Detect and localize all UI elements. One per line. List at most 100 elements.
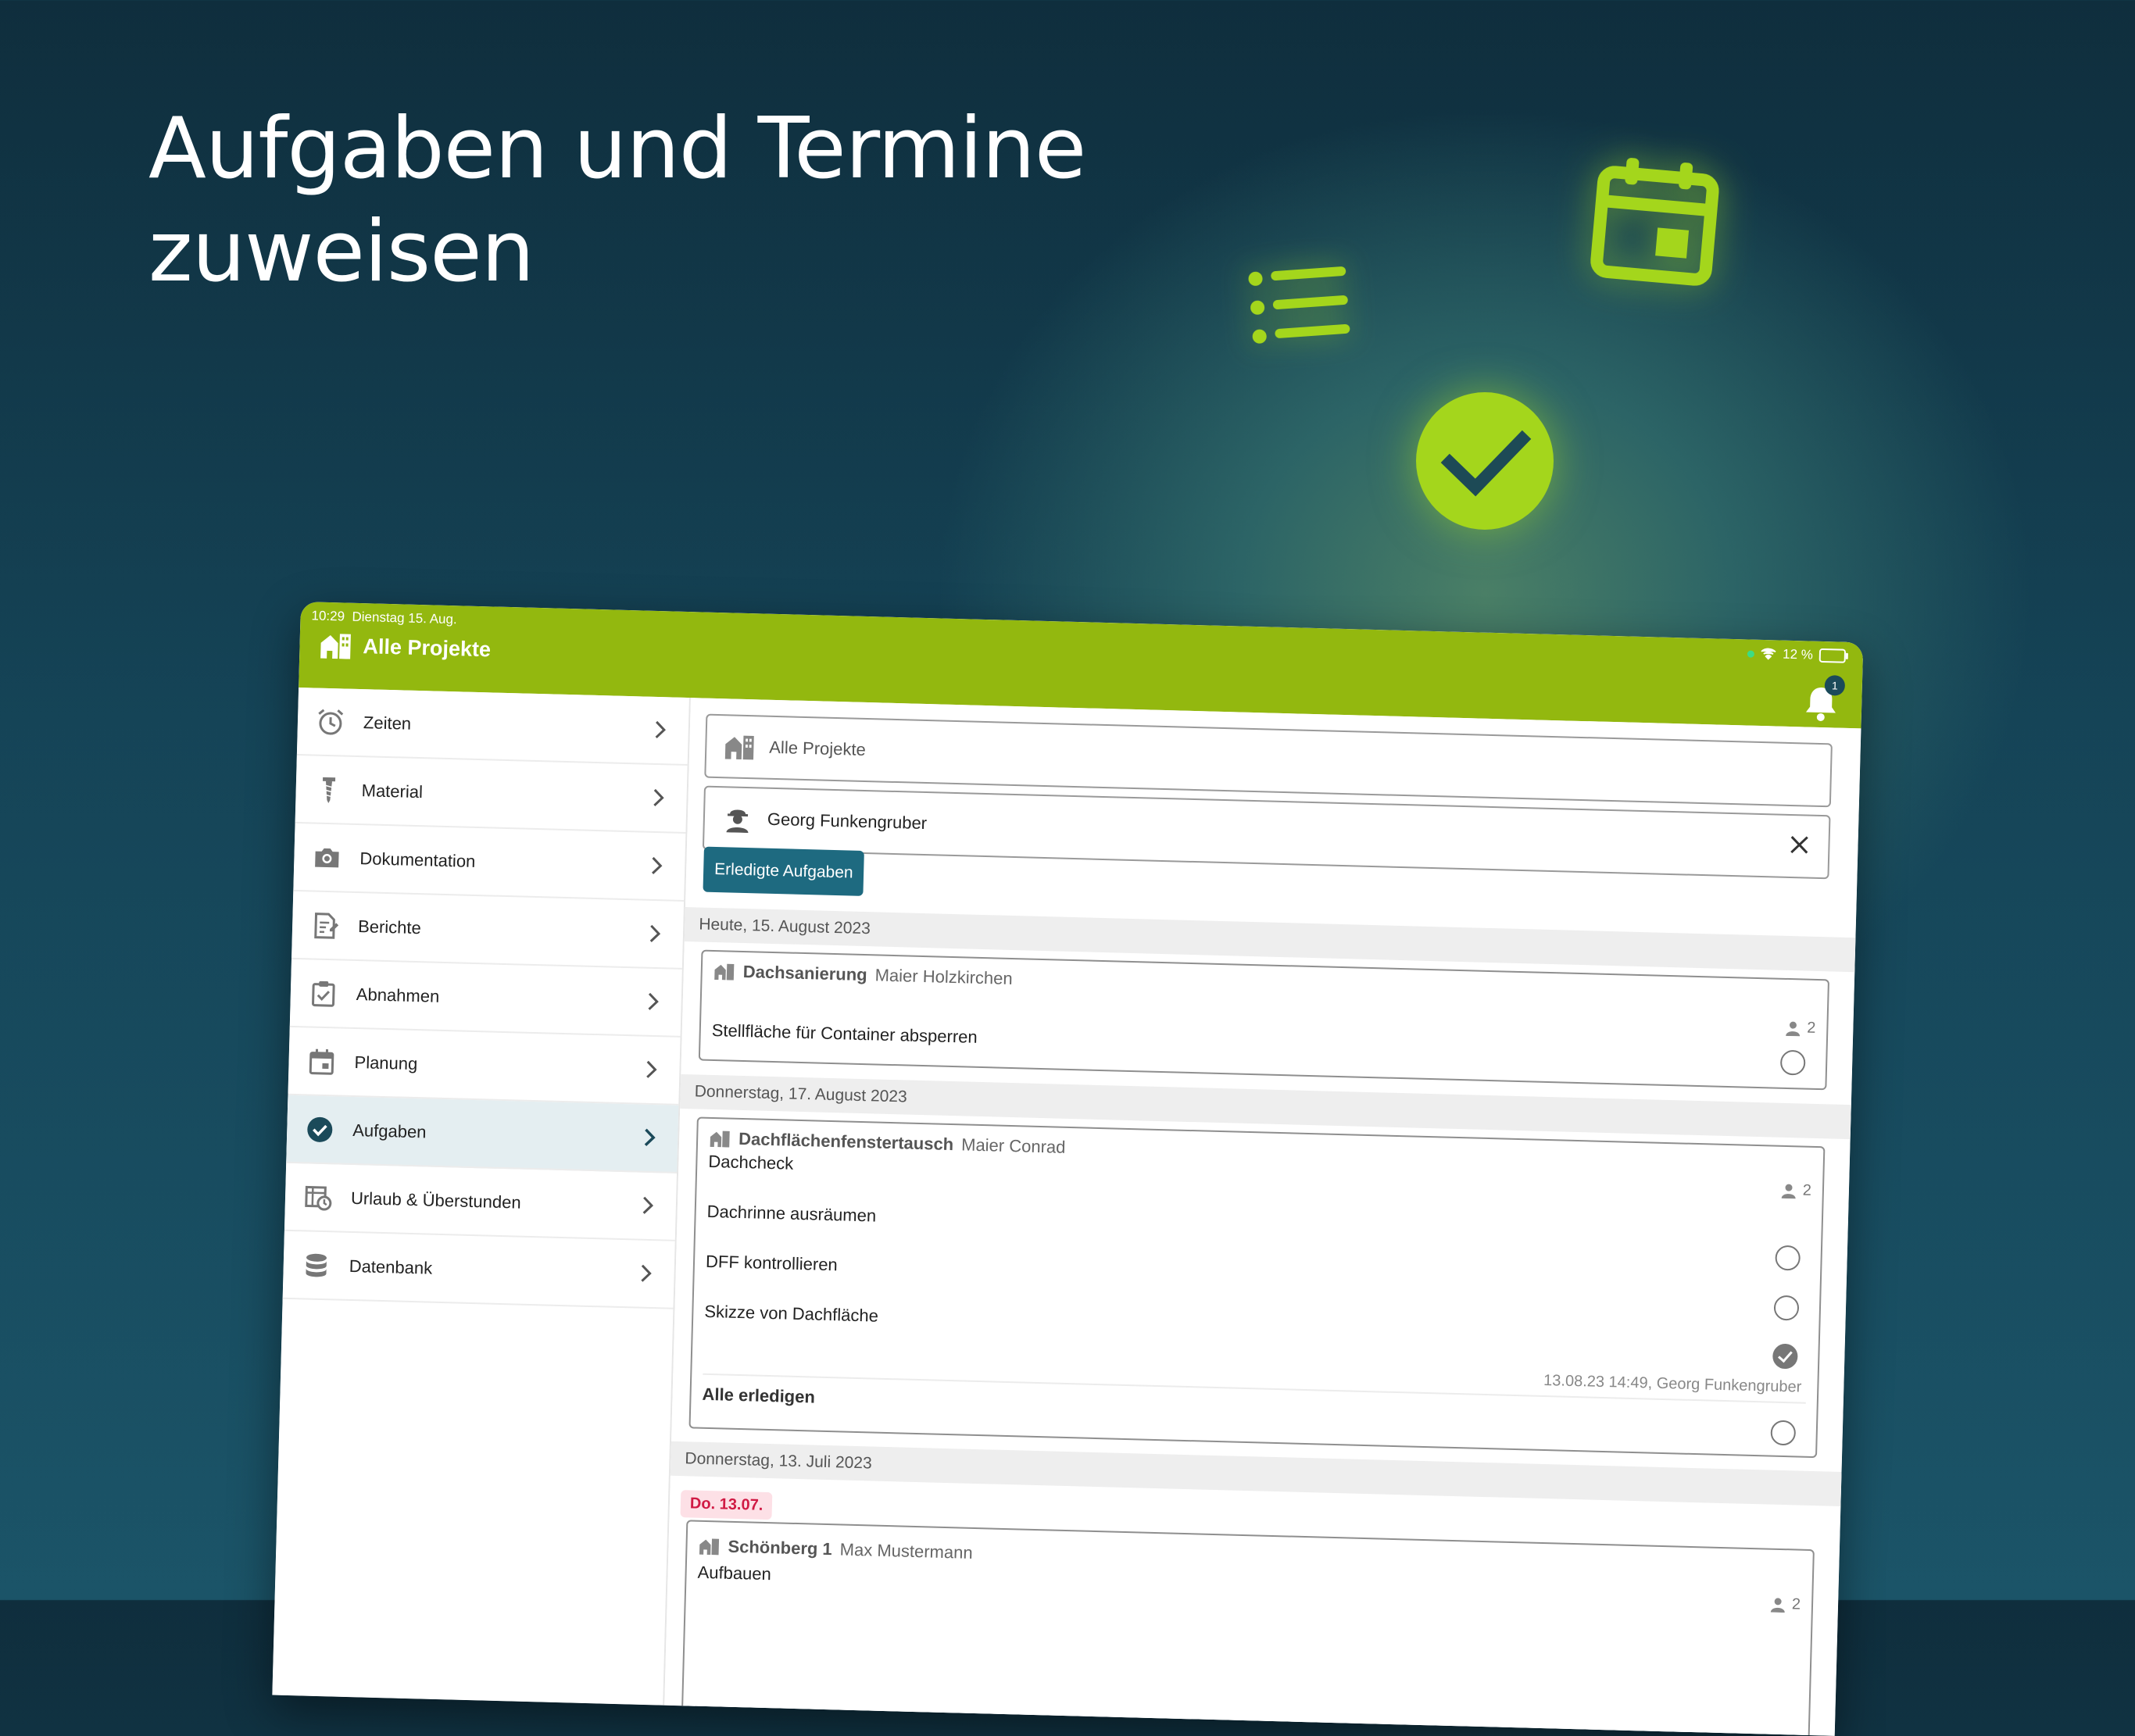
notifications-button[interactable]: 1	[1804, 675, 1846, 722]
completion-meta: 13.08.23 14:49, Georg Funkengruber	[1543, 1371, 1802, 1396]
tablet-screen: 10:29 Dienstag 15. Aug. 12 % Alle Projek…	[272, 602, 1864, 1736]
project-name: Dachsanierung	[742, 961, 868, 985]
task-group-title: Aufbauen	[697, 1562, 772, 1584]
alarm-clock-icon	[313, 704, 348, 739]
sidebar-item-berichte[interactable]: Berichte	[291, 891, 685, 970]
buildings-icon	[699, 1538, 720, 1556]
sidebar-item-label: Zeiten	[363, 712, 412, 734]
sidebar-item-label: Berichte	[357, 916, 422, 938]
person-icon	[1770, 1597, 1785, 1613]
active-dot-icon	[1747, 649, 1755, 658]
person-icon	[1785, 1021, 1800, 1036]
chevron-right-icon	[655, 720, 666, 739]
complete-all-label: Alle erledigen	[702, 1384, 816, 1407]
calendar-icon	[1590, 158, 1719, 286]
chevron-right-icon	[641, 1264, 652, 1282]
subtask-checkbox[interactable]	[1773, 1295, 1800, 1321]
assignee-count: 2	[1781, 1181, 1812, 1200]
sidebar-item-label: Datenbank	[349, 1256, 433, 1278]
status-indicators: 12 %	[1747, 645, 1847, 663]
clipboard-check-icon	[306, 976, 341, 1011]
task-card[interactable]: Schönberg 1 Max Mustermann Aufbauen 2	[681, 1520, 1815, 1736]
sidebar-item-label: Urlaub & Überstunden	[350, 1188, 521, 1213]
tasks-panel: Alle Projekte Georg Funkengruber Erledig…	[664, 698, 1861, 1736]
report-icon	[308, 908, 343, 943]
project-name: Schönberg 1	[728, 1536, 833, 1559]
task-checkbox[interactable]	[1779, 1049, 1806, 1076]
chevron-right-icon	[653, 788, 664, 807]
subtask-title: Skizze von Dachfläche	[704, 1301, 879, 1326]
buildings-icon	[714, 963, 735, 981]
overdue-date-badge: Do. 13.07.	[680, 1490, 773, 1520]
assignee-count: 2	[1785, 1019, 1816, 1038]
chevron-right-icon	[646, 1060, 657, 1078]
headline-line-1: Aufgaben und Termine	[148, 100, 1086, 198]
project-selector[interactable]: Alle Projekte	[319, 632, 491, 663]
buildings-icon	[320, 634, 351, 659]
status-clock: 10:29	[311, 608, 345, 624]
list-icon	[1248, 266, 1350, 344]
headline: Aufgaben und Termine zuweisen	[148, 98, 1086, 304]
task-card[interactable]: Dachflächenfenstertausch Maier Conrad Da…	[688, 1116, 1826, 1459]
sidebar-item-aufgaben[interactable]: Aufgaben	[286, 1095, 679, 1173]
person-icon	[1781, 1184, 1796, 1198]
sidebar-item-urlaub[interactable]: Urlaub & Überstunden	[284, 1163, 678, 1241]
database-icon	[299, 1248, 334, 1283]
sidebar-item-label: Dokumentation	[359, 848, 476, 871]
subtask-checkbox-checked[interactable]	[1772, 1343, 1798, 1370]
sidebar-item-zeiten[interactable]: Zeiten	[296, 687, 689, 766]
chevron-right-icon	[648, 992, 659, 1010]
camera-icon	[309, 840, 345, 875]
client-name: Max Mustermann	[839, 1539, 973, 1563]
chevron-right-icon	[644, 1128, 656, 1147]
sidebar-item-abnahmen[interactable]: Abnahmen	[289, 959, 682, 1038]
card-project: Dachsanierung Maier Holzkirchen	[713, 961, 1013, 989]
sidebar-item-label: Material	[361, 780, 424, 802]
sidebar-item-datenbank[interactable]: Datenbank	[282, 1231, 675, 1309]
headline-line-2: zuweisen	[148, 203, 535, 301]
battery-icon	[1819, 648, 1847, 663]
project-filter-value: Alle Projekte	[769, 737, 867, 759]
task-group-title: Dachcheck	[708, 1151, 794, 1173]
assignee-count-value: 2	[1802, 1181, 1812, 1199]
project-name: Dachflächenfenstertausch	[738, 1128, 954, 1155]
assignee-count-value: 2	[1791, 1595, 1801, 1613]
subtask-title: DFF kontrollieren	[705, 1251, 839, 1275]
status-time: 10:29 Dienstag 15. Aug.	[311, 608, 457, 627]
check-circle-icon	[302, 1112, 338, 1147]
assignee-count: 2	[1770, 1595, 1801, 1614]
sidebar-item-label: Planung	[354, 1052, 418, 1073]
chevron-right-icon	[642, 1196, 654, 1214]
sidebar-menu: Zeiten Material Dokumentation Berichte A…	[272, 687, 691, 1706]
complete-all-checkbox[interactable]	[1770, 1420, 1797, 1446]
sidebar-item-label: Aufgaben	[352, 1120, 427, 1141]
battery-level: 12 %	[1782, 646, 1814, 663]
worker-icon	[721, 802, 753, 834]
person-filter-value: Georg Funkengruber	[767, 809, 928, 834]
sidebar-item-label: Abnahmen	[356, 984, 440, 1006]
sidebar-item-planung[interactable]: Planung	[288, 1027, 681, 1106]
assignee-count-value: 2	[1806, 1019, 1816, 1037]
notification-badge: 1	[1824, 675, 1846, 696]
calendar-icon	[304, 1044, 339, 1079]
task-card[interactable]: Dachsanierung Maier Holzkirchen 2 Stellf…	[698, 949, 1830, 1091]
subtask-title: Dachrinne ausräumen	[706, 1201, 877, 1226]
buildings-icon	[724, 730, 756, 763]
chevron-right-icon	[649, 924, 661, 942]
close-icon[interactable]	[1787, 833, 1811, 857]
vacation-icon	[300, 1180, 335, 1215]
wifi-icon	[1761, 648, 1776, 660]
subtask-checkbox[interactable]	[1775, 1245, 1801, 1271]
status-date: Dienstag 15. Aug.	[352, 609, 457, 627]
chevron-right-icon	[652, 856, 663, 874]
client-name: Maier Holzkirchen	[874, 965, 1014, 988]
check-circle-icon	[1416, 392, 1554, 530]
completed-tasks-button[interactable]: Erledigte Aufgaben	[703, 846, 865, 896]
buildings-icon	[710, 1131, 730, 1148]
task-title: Stellfläche für Container absperren	[711, 1020, 978, 1047]
screw-icon	[311, 772, 346, 807]
card-project: Schönberg 1 Max Mustermann	[698, 1536, 973, 1563]
sidebar-item-material[interactable]: Material	[295, 755, 688, 834]
client-name: Maier Conrad	[960, 1134, 1066, 1157]
sidebar-item-dokumentation[interactable]: Dokumentation	[293, 823, 686, 902]
